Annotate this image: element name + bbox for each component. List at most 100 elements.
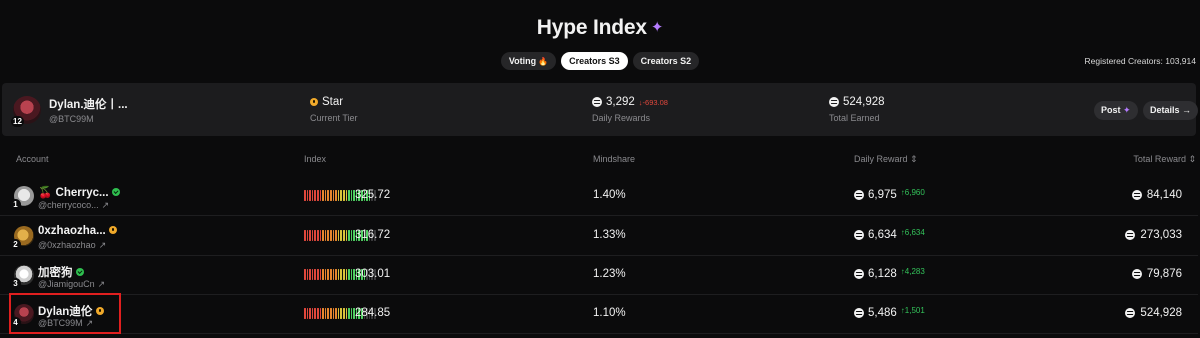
index-bar-segment bbox=[316, 190, 319, 201]
index-bar-segment bbox=[309, 269, 311, 280]
index-bar-segment bbox=[327, 230, 329, 241]
daily-reward-delta: ↑1,501 bbox=[900, 306, 925, 315]
index-bar-segment bbox=[304, 190, 306, 201]
index-bar-segment bbox=[322, 190, 324, 201]
index-bar-segment bbox=[329, 230, 332, 241]
index-bar-segment bbox=[332, 190, 335, 201]
account-handle[interactable]: @cherrycoco... ↗ bbox=[38, 200, 109, 211]
index-bar-segment bbox=[345, 269, 348, 280]
mindshare-value: 1.10% bbox=[593, 307, 626, 319]
total-reward-cell: 79,876 bbox=[1131, 268, 1182, 280]
total-reward-value: 273,033 bbox=[1140, 229, 1182, 241]
index-bar-segment bbox=[348, 308, 350, 319]
index-bar-segment bbox=[319, 190, 322, 201]
rank-badge: 3 bbox=[10, 278, 21, 289]
token-icon bbox=[829, 97, 839, 107]
index-bar-segment bbox=[337, 190, 340, 201]
rank-badge: 2 bbox=[10, 239, 21, 250]
index-bar-segment bbox=[337, 308, 340, 319]
index-value: 325.72 bbox=[355, 189, 391, 201]
index-bar-segment bbox=[306, 230, 309, 241]
table-row[interactable]: 4 Dylan迪伦 @BTC99M ↗ 284.85 1.10% 5,486 ↑1,… bbox=[0, 294, 1198, 334]
account-avatar[interactable]: 3 bbox=[10, 265, 34, 289]
index-bar-segment bbox=[335, 230, 337, 241]
profile-avatar[interactable]: 12 bbox=[11, 96, 41, 127]
total-reward-cell: 273,033 bbox=[1125, 229, 1182, 241]
index-bar-segment bbox=[327, 308, 329, 319]
total-reward-cell: 524,928 bbox=[1125, 307, 1182, 319]
col-index: Index bbox=[304, 154, 327, 164]
index-bar-segment bbox=[342, 308, 345, 319]
mindshare-value: 1.40% bbox=[593, 189, 626, 201]
daily-rewards-delta: ↓-693.08 bbox=[638, 97, 668, 107]
daily-reward-cell: 5,486 ↑1,501 bbox=[854, 306, 925, 319]
token-icon bbox=[854, 230, 864, 240]
table-row[interactable]: 1 🍒 Cherryc... @cherrycoco... ↗ 325.72 1.… bbox=[0, 176, 1198, 216]
index-bar-segment bbox=[311, 269, 314, 280]
mindshare-value: 1.23% bbox=[593, 268, 626, 280]
index-bar-segment bbox=[340, 308, 342, 319]
index-value: 284.85 bbox=[355, 307, 391, 319]
index-bar-segment bbox=[342, 230, 345, 241]
index-bar-segment bbox=[319, 230, 322, 241]
index-bar-segment bbox=[311, 230, 314, 241]
registered-creators-count: Registered Creators: 103,914 bbox=[1084, 56, 1196, 66]
tab-creators-s2[interactable]: Creators S2 bbox=[632, 52, 700, 70]
index-bar-segment bbox=[337, 230, 340, 241]
account-name[interactable]: 加密狗 bbox=[38, 264, 84, 280]
index-bar-segment bbox=[327, 190, 329, 201]
account-name[interactable]: 0xzhaozha... bbox=[38, 225, 117, 237]
sparkle-icon: ✦ bbox=[650, 19, 664, 36]
table-row[interactable]: 3 加密狗 @JiamigouCn ↗ 303.01 1.23% 6,128 ↑4,… bbox=[0, 255, 1198, 295]
index-bar-segment bbox=[350, 269, 353, 280]
col-daily-reward[interactable]: Daily Reward ⇕ bbox=[854, 154, 918, 165]
account-handle[interactable]: @0xzhaozhao ↗ bbox=[38, 240, 106, 251]
tab-creators-s3[interactable]: Creators S3 bbox=[561, 52, 628, 70]
total-reward-value: 84,140 bbox=[1146, 189, 1182, 201]
account-name[interactable]: 🍒 Cherryc... bbox=[38, 185, 120, 199]
index-bar-segment bbox=[348, 269, 350, 280]
mindshare-value: 1.33% bbox=[593, 229, 626, 241]
daily-reward-delta: ↑4,283 bbox=[900, 267, 925, 276]
token-icon bbox=[1131, 190, 1142, 200]
details-button[interactable]: Details → bbox=[1143, 101, 1199, 120]
index-bar-segment bbox=[314, 190, 316, 201]
table-row[interactable]: 2 0xzhaozha... @0xzhaozhao ↗ 316.72 1.33%… bbox=[0, 216, 1198, 256]
index-bar-segment bbox=[316, 308, 319, 319]
table-header: Account Index Mindshare Daily Reward ⇕ T… bbox=[0, 154, 1200, 168]
token-icon bbox=[854, 308, 864, 318]
index-bar-segment bbox=[348, 230, 350, 241]
index-bar-segment bbox=[329, 308, 332, 319]
rank-badge: 12 bbox=[11, 116, 24, 127]
account-avatar[interactable]: 2 bbox=[10, 226, 34, 250]
total-earned-stat: 524,928 Total Earned bbox=[829, 96, 885, 123]
index-bar-segment bbox=[335, 308, 337, 319]
index-bar-segment bbox=[306, 190, 309, 201]
index-bar-segment bbox=[322, 308, 324, 319]
account-avatar[interactable]: 1 bbox=[10, 186, 34, 210]
token-icon bbox=[1125, 308, 1136, 318]
token-icon bbox=[1125, 230, 1136, 240]
daily-reward-value: 5,486 bbox=[868, 307, 897, 319]
index-value: 303.01 bbox=[355, 268, 391, 280]
token-icon bbox=[592, 97, 602, 107]
col-total-reward[interactable]: Total Reward ⇕ bbox=[1133, 154, 1196, 165]
highlight-box bbox=[9, 293, 121, 334]
post-button[interactable]: Post ✦ bbox=[1094, 101, 1138, 120]
col-account: Account bbox=[16, 154, 49, 164]
total-reward-cell: 84,140 bbox=[1131, 189, 1182, 201]
index-bar-segment bbox=[319, 269, 322, 280]
profile-name[interactable]: Dylan.迪伦丨... bbox=[49, 96, 128, 112]
index-bar-segment bbox=[340, 269, 342, 280]
index-bar-segment bbox=[324, 269, 327, 280]
index-value: 316.72 bbox=[355, 229, 391, 241]
index-bar-segment bbox=[329, 190, 332, 201]
index-bar-segment bbox=[332, 269, 335, 280]
account-handle[interactable]: @JiamigouCn ↗ bbox=[38, 279, 105, 290]
total-reward-value: 79,876 bbox=[1146, 268, 1182, 280]
tab-voting[interactable]: Voting 🔥 bbox=[500, 52, 557, 70]
daily-reward-cell: 6,975 ↑6,960 bbox=[854, 188, 925, 201]
index-bar-segment bbox=[314, 269, 316, 280]
index-bar-segment bbox=[314, 230, 316, 241]
sparkle-icon: ✦ bbox=[1123, 105, 1131, 115]
